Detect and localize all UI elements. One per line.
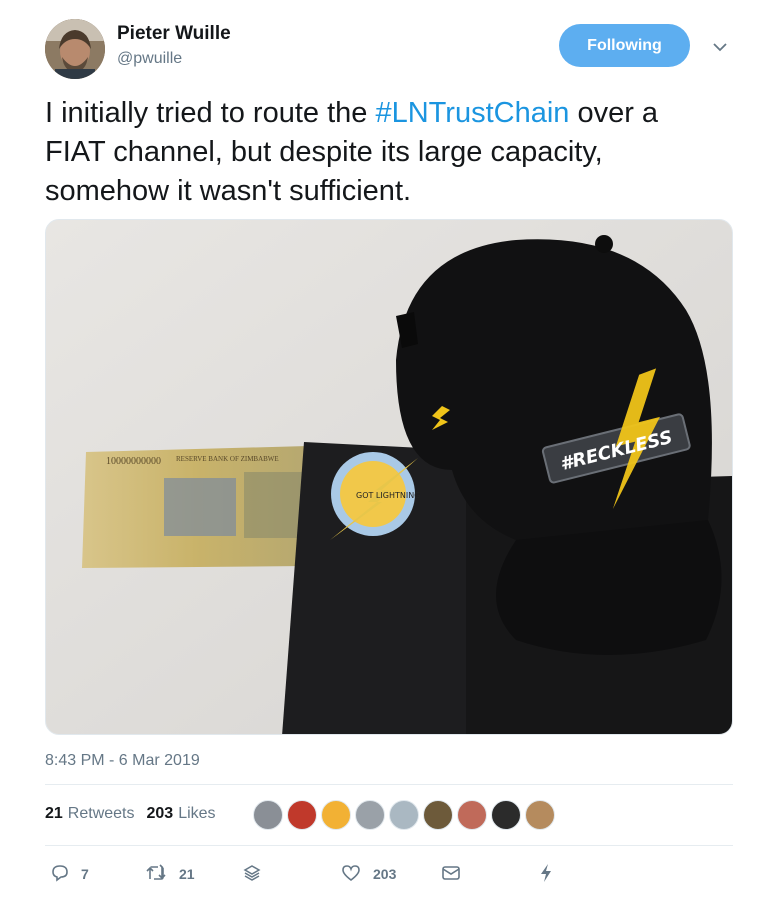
liker-avatar[interactable]	[491, 800, 521, 830]
author-handle[interactable]: @pwuille	[117, 50, 182, 68]
retweets-label: Retweets	[67, 805, 135, 822]
banknote: 10000000000 RESERVE BANK OF ZIMBABWE	[82, 446, 308, 568]
reply-button[interactable]: 7	[51, 860, 89, 888]
likes-label: Likes	[178, 805, 216, 822]
liker-avatar[interactable]	[423, 800, 453, 830]
likers-avatars	[253, 800, 559, 830]
liker-avatar[interactable]	[525, 800, 555, 830]
author-avatar[interactable]	[45, 19, 105, 79]
engagement-stats: 21 Retweets 203 Likes	[45, 805, 228, 823]
like-count: 203	[373, 866, 397, 882]
tweet-photo[interactable]: 10000000000 RESERVE BANK OF ZIMBABWE GOT…	[45, 219, 733, 735]
hashtag-link[interactable]: #LNTrustChain	[375, 97, 569, 129]
liker-avatar[interactable]	[457, 800, 487, 830]
like-button[interactable]: 203	[341, 860, 396, 888]
bolt-icon	[539, 863, 565, 886]
retweet-icon	[145, 863, 179, 885]
retweet-count: 21	[179, 866, 195, 882]
tweet-actions: 7 21 203	[45, 860, 733, 888]
liker-avatar[interactable]	[355, 800, 385, 830]
liker-avatar[interactable]	[321, 800, 351, 830]
reply-count: 7	[81, 866, 89, 882]
tip-button[interactable]	[539, 860, 565, 888]
direct-message-button[interactable]	[441, 860, 473, 888]
tweet-timestamp[interactable]: 8:43 PM - 6 Mar 2019	[45, 752, 200, 770]
retweets-stat[interactable]: 21 Retweets	[45, 805, 135, 823]
banknote-number: 10000000000	[106, 456, 161, 467]
retweets-count: 21	[45, 805, 63, 822]
reply-icon	[51, 864, 81, 885]
author-name[interactable]: Pieter Wuille	[117, 23, 231, 45]
mail-icon	[441, 865, 473, 884]
divider	[45, 845, 733, 846]
divider	[45, 784, 733, 785]
stack-button[interactable]	[243, 860, 273, 888]
sticker-text: GOT LIGHTNING	[356, 491, 420, 500]
tweet-text: I initially tried to route the #LNTrustC…	[45, 94, 725, 211]
retweet-button[interactable]: 21	[145, 860, 195, 888]
banknote-issuer: RESERVE BANK OF ZIMBABWE	[176, 455, 279, 463]
tweet-text-before: I initially tried to route the	[45, 97, 376, 129]
heart-icon	[341, 864, 373, 885]
likes-stat[interactable]: 203 Likes	[147, 805, 216, 823]
chevron-down-icon[interactable]	[709, 36, 731, 58]
liker-avatar[interactable]	[253, 800, 283, 830]
liker-avatar[interactable]	[287, 800, 317, 830]
stack-icon	[243, 864, 273, 885]
following-button[interactable]: Following	[559, 24, 690, 67]
likes-count: 203	[146, 805, 174, 822]
liker-avatar[interactable]	[389, 800, 419, 830]
